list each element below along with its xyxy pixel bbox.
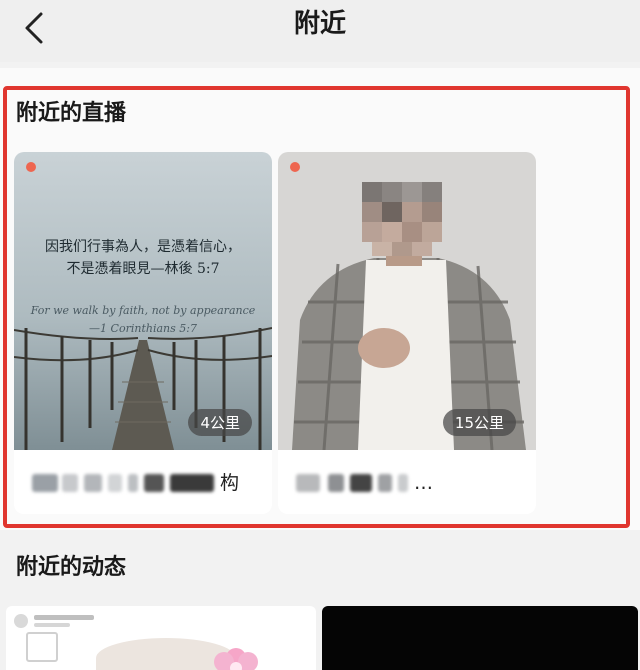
poster-line: 不是憑着眼見—林後 5:7 (66, 261, 220, 277)
live-thumbnail: 因我们行事為人，是憑着信心， 不是憑着眼見—林後 5:7 For we walk… (14, 152, 272, 450)
distance-badge: 4公里 (188, 409, 252, 436)
nearby-live-title: 附近的直播 (16, 101, 127, 126)
avatar (14, 614, 28, 628)
image-placeholder-icon (26, 632, 58, 662)
live-card[interactable]: 因我们行事為人，是憑着信心， 不是憑着眼見—林後 5:7 For we walk… (14, 152, 272, 514)
poster-caption: 因我们行事為人，是憑着信心， 不是憑着眼見—林後 5:7 (14, 236, 272, 280)
poster-line: For we walk by faith, not by appearance (30, 304, 256, 317)
live-indicator-dot (26, 162, 36, 172)
nearby-moments-title: 附近的动态 (16, 555, 127, 580)
card-footer: 构 (14, 450, 272, 514)
poster-line: 因我们行事為人，是憑着信心， (45, 239, 241, 255)
card-footer: … (278, 450, 536, 514)
username-visible-char: 构 (220, 472, 240, 494)
moment-card[interactable] (322, 606, 638, 670)
flower-icon (206, 636, 266, 670)
blurred-text (34, 623, 70, 627)
distance-badge: 15公里 (442, 409, 516, 436)
live-indicator-dot (290, 162, 300, 172)
live-card[interactable]: 15公里 … (278, 152, 536, 514)
blurred-username: … (296, 470, 506, 496)
page-title: 附近 (293, 9, 346, 39)
poster-line: —1 Corinthians 5:7 (89, 322, 197, 335)
blurred-username: 构 (32, 470, 242, 496)
top-bar: 附近 (0, 0, 640, 62)
blurred-text (34, 615, 94, 620)
live-thumbnail: 15公里 (278, 152, 536, 450)
username-visible-char: … (414, 472, 433, 494)
moment-card[interactable] (6, 606, 316, 670)
poster-caption-english: For we walk by faith, not by appearance … (14, 302, 272, 338)
